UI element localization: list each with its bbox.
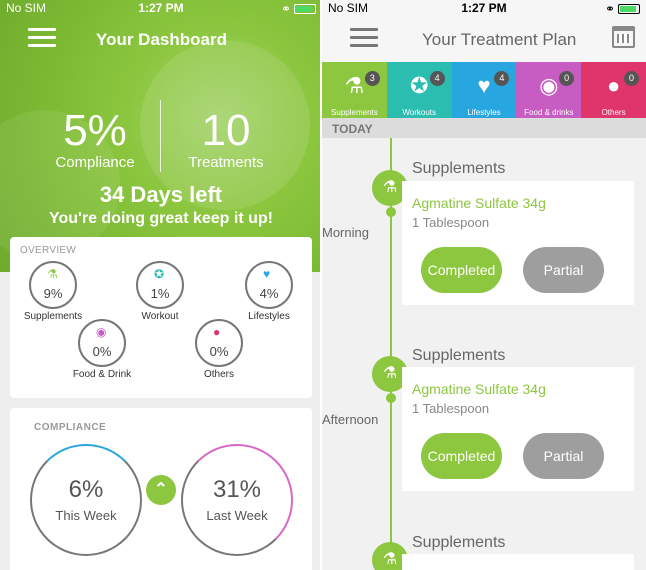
treatment-entry [402,554,634,570]
this-week-ring: 6% This Week [30,444,142,556]
tab-count-badge: 3 [364,71,380,86]
page-title: Your Dashboard [96,30,227,49]
compliance-card-title: COMPLIANCE [34,422,107,433]
last-week-ring: 31% Last Week [181,444,293,556]
page-title: Your Treatment Plan [422,30,577,49]
overview-lifestyles[interactable]: ♥ 4% Lifestyles [219,261,319,322]
food-drink-label: Food & Drink [72,369,132,380]
clock: 1:27 PM [461,1,507,15]
treatments-value: 10 [201,106,251,155]
workout-icon: ✪ [154,267,165,281]
tab-count-badge: 0 [623,71,639,86]
overview-food-drink[interactable]: ◉ 0% Food & Drink [52,319,152,380]
treatment-entry: Agmatine Sulfate 34g 1 Tablespoon Comple… [402,181,634,305]
compliance-stat: 5% Compliance [40,106,150,172]
supplements-percent: 9% [43,286,63,301]
battery-icon [618,4,640,14]
food-drink-ring: ◉ 0% [78,319,126,367]
treatment-plan-screen: No SIM 1:27 PM ⚭ Your Treatment Plan ⚗ 3… [322,0,646,570]
tab-label: Workouts [402,108,437,117]
completed-button[interactable]: Completed [421,247,502,293]
lock-rotation-icon: ⚭ [280,2,291,16]
food-drink-icon: ◉ [96,325,107,339]
lifestyles-percent: 4% [259,286,279,301]
slot-time: Afternoon [322,412,379,427]
partial-button[interactable]: Partial [523,433,604,479]
lock-rotation-icon: ⚭ [604,2,615,16]
slot-category: Supplements [412,160,506,177]
medication-dose: 1 Tablespoon [412,215,490,230]
overview-card: OVERVIEW ⚗ 9% Supplements ✪ 1% Workout ♥… [10,237,312,398]
menu-icon[interactable] [350,28,378,48]
tab-lifestyles[interactable]: ♥ 4 Lifestyles [451,62,517,118]
chevron-up-icon[interactable]: ⌃ [146,475,176,505]
tab-label: Supplements [331,108,378,117]
completed-button[interactable]: Completed [421,433,502,479]
timeline-dot [386,393,396,403]
tab-label: Food & drinks [524,108,574,117]
compliance-value: 5% [63,106,127,155]
last-week-value: 31% [212,476,262,503]
tab-supplements[interactable]: ⚗ 3 Supplements [322,62,387,118]
stat-divider [160,100,161,172]
treatment-entry: Agmatine Sulfate 34g 1 Tablespoon Comple… [402,367,634,491]
medication-name: Agmatine Sulfate 34g [412,381,546,397]
this-week-label: This Week [55,508,117,523]
others-percent: 0% [209,344,229,359]
tab-label: Lifestyles [467,108,501,117]
header-bar: Your Treatment Plan [322,16,646,62]
treatments-stat: 10 Treatments [176,106,276,172]
status-bar: No SIM 1:27 PM ⚭ [0,0,322,16]
category-tabs: ⚗ 3 Supplements ✪ 4 Workouts ♥ 4 Lifesty… [322,62,646,118]
status-icons: ⚭ [605,2,640,16]
overview-title: OVERVIEW [20,245,77,256]
slot-time: Morning [322,225,369,240]
tab-food-drinks[interactable]: ◉ 0 Food & drinks [516,62,582,118]
calendar-icon[interactable] [612,26,635,48]
partial-button[interactable]: Partial [523,247,604,293]
overview-workout[interactable]: ✪ 1% Workout [110,261,210,322]
encouragement-text: You're doing great keep it up! [49,210,273,227]
dashboard-screen: No SIM 1:27 PM ⚭ Your Dashboard 5% Compl… [0,0,322,570]
clock: 1:27 PM [138,1,184,15]
supplements-icon: ⚗ [47,267,58,281]
treatments-label: Treatments [188,154,264,171]
menu-icon[interactable] [28,28,56,48]
compliance-label: Compliance [55,154,135,171]
battery-icon [294,4,316,14]
supplements-ring: ⚗ 9% [29,261,77,309]
tab-others[interactable]: ● 0 Others [581,62,646,118]
overview-others[interactable]: ● 0% Others [169,319,269,380]
tab-workouts[interactable]: ✪ 4 Workouts [386,62,452,118]
overview-supplements[interactable]: ⚗ 9% Supplements [3,261,103,322]
heartbeat-icon: ♥ [263,267,271,281]
tab-count-badge: 4 [429,71,445,86]
last-week-label: Last Week [206,508,268,523]
tab-label: Others [601,108,626,117]
workout-ring: ✪ 1% [136,261,184,309]
workout-percent: 1% [150,286,170,301]
today-header: TODAY [322,118,646,138]
days-left: 34 Days left [99,182,223,207]
food-drink-percent: 0% [92,344,112,359]
this-week-value: 6% [68,476,104,503]
medication-name: Agmatine Sulfate 34g [412,195,546,211]
slot-category: Supplements [412,534,506,551]
others-icon: ● [213,325,221,339]
slot-category: Supplements [412,347,506,364]
status-icons: ⚭ [281,2,316,16]
timeline-dot [386,207,396,217]
medication-dose: 1 Tablespoon [412,401,490,416]
others-ring: ● 0% [195,319,243,367]
lifestyles-ring: ♥ 4% [245,261,293,309]
others-label: Others [203,369,234,380]
status-bar: No SIM 1:27 PM ⚭ [322,0,646,16]
